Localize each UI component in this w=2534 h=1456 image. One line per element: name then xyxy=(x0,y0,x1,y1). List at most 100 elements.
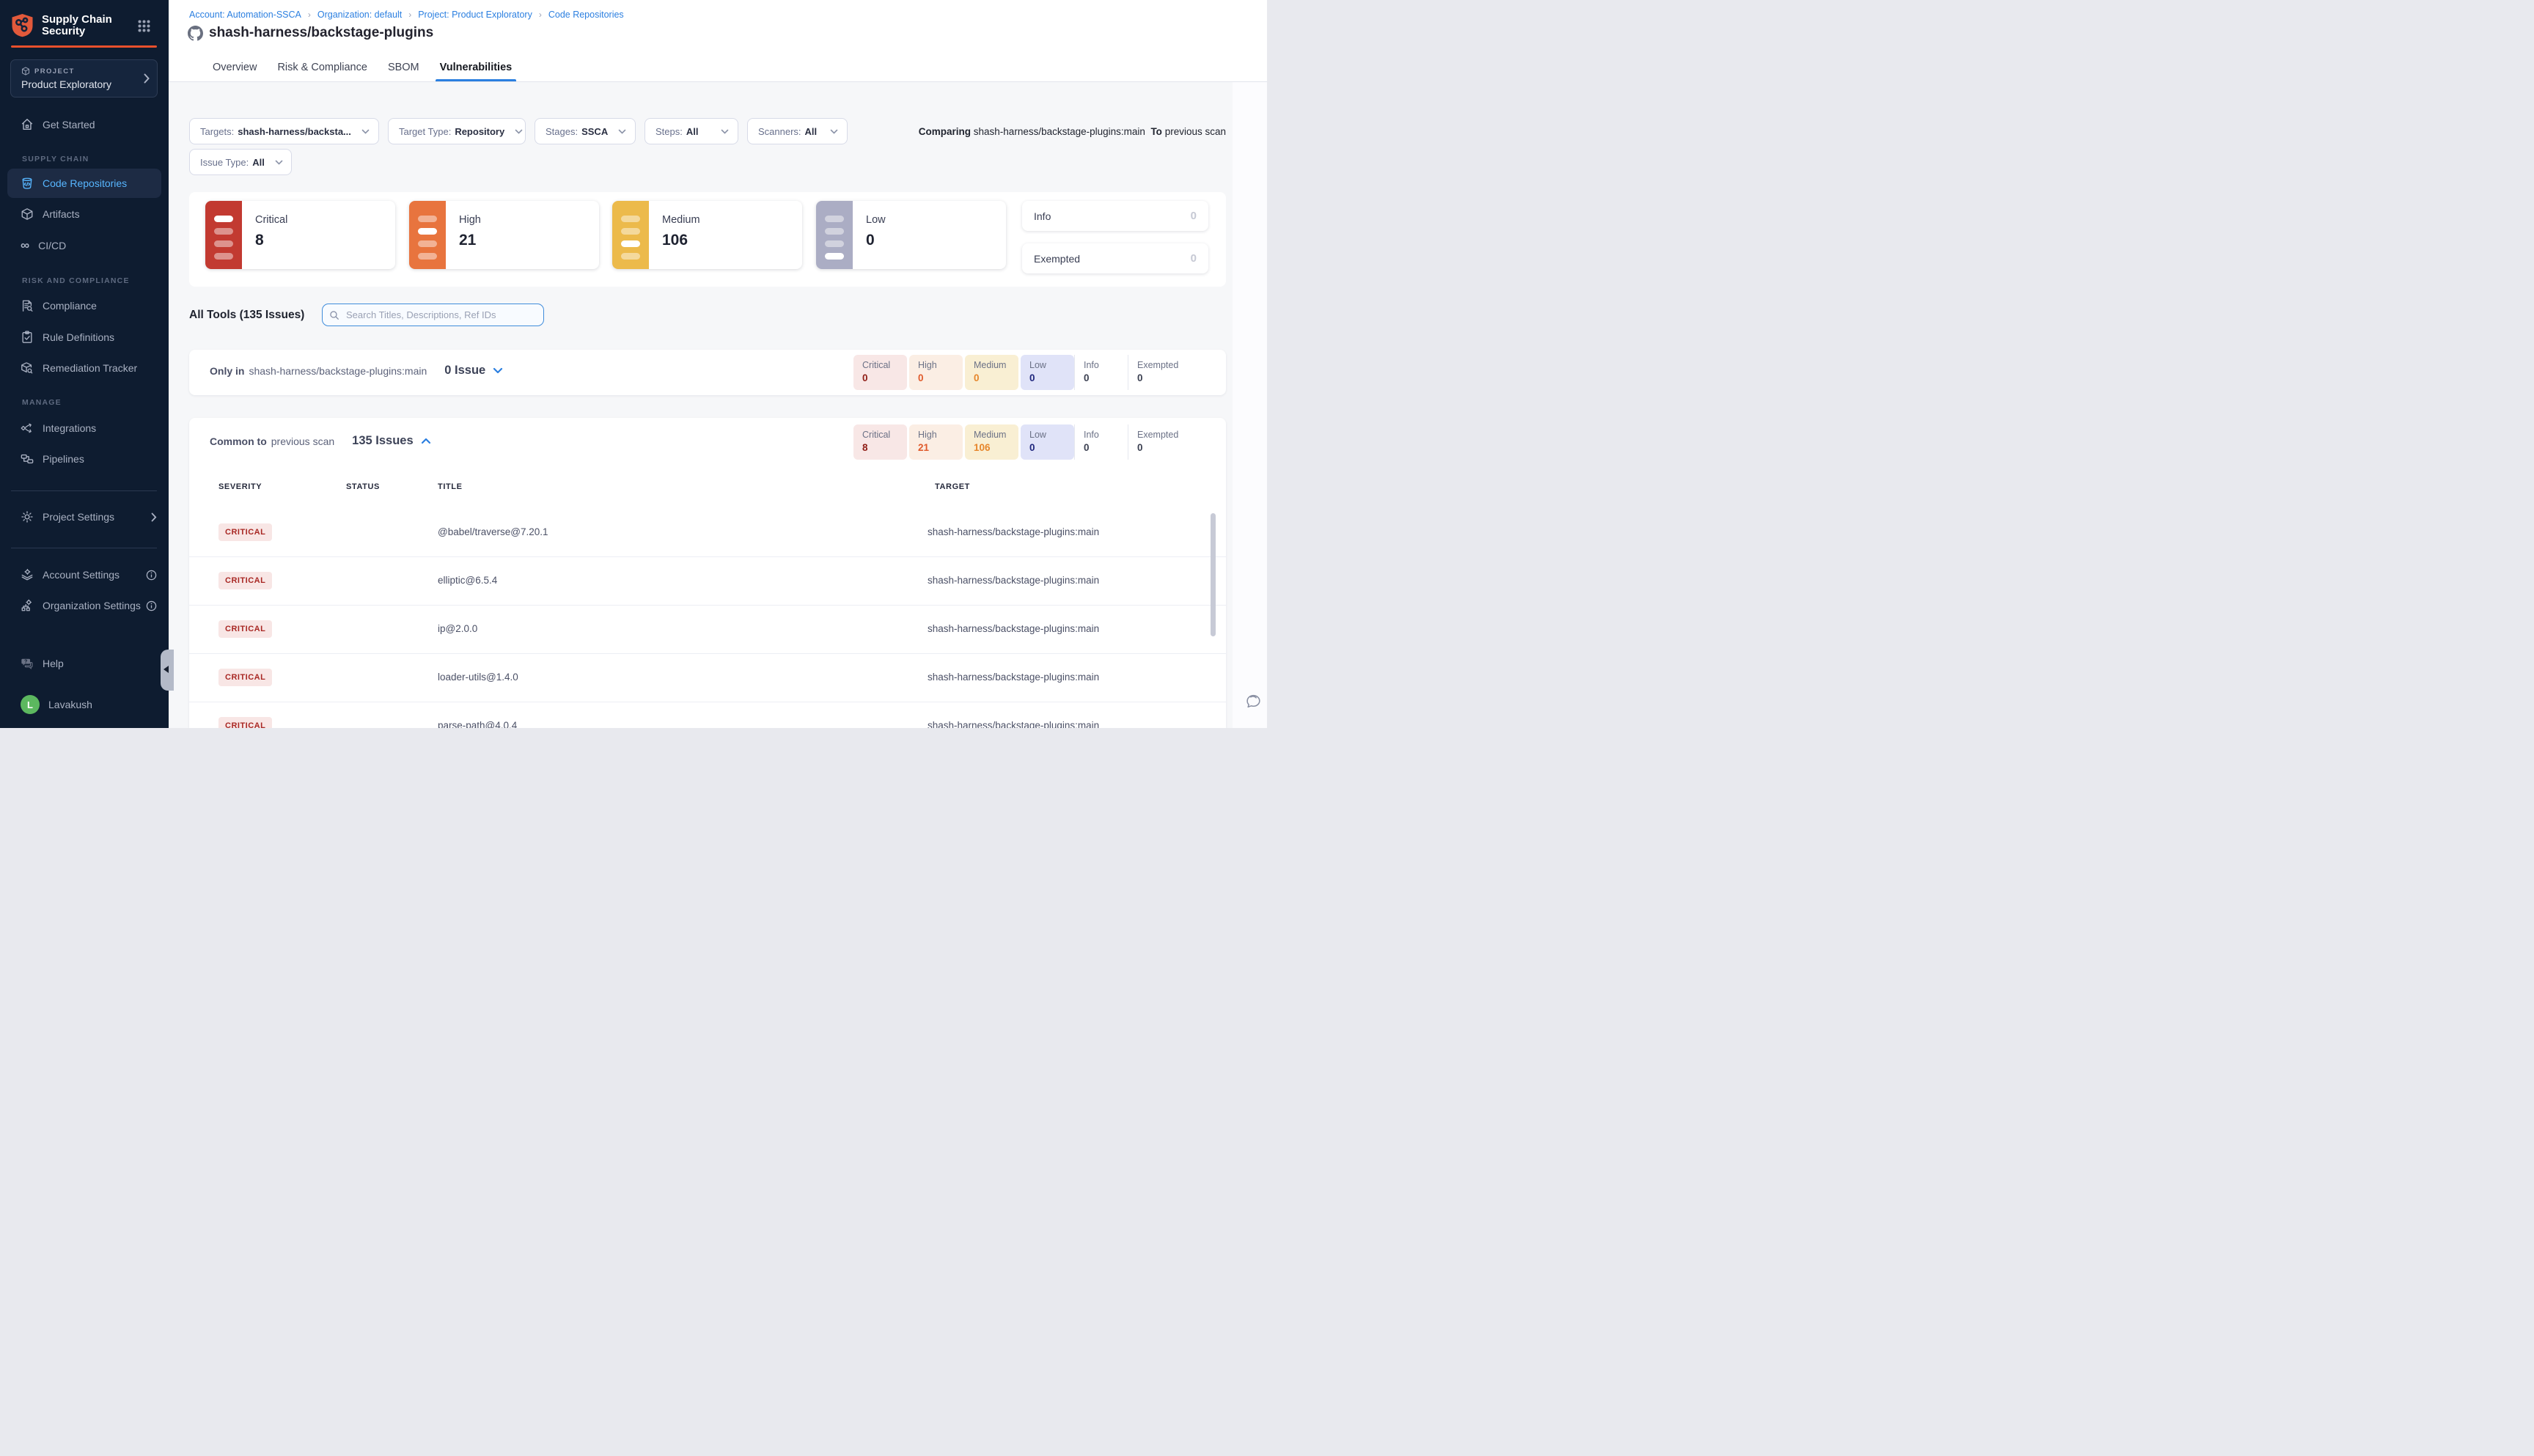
sidebar-item-compliance[interactable]: Compliance xyxy=(0,291,169,320)
project-selector[interactable]: PROJECT Product Exploratory xyxy=(10,59,158,98)
column-severity: SEVERITY xyxy=(218,482,262,491)
search-box xyxy=(322,304,544,326)
supply-chain-security-logo-icon xyxy=(11,13,34,37)
page-header: Account: Automation-SSCA › Organization:… xyxy=(169,0,1267,82)
table-scrollbar[interactable] xyxy=(1211,513,1216,636)
chevron-down-icon xyxy=(618,129,626,134)
high-summary-card[interactable]: High 21 xyxy=(409,201,599,269)
table-row[interactable]: CRITICAL loader-utils@1.4.0 shash-harnes… xyxy=(189,654,1226,702)
sidebar-item-project-settings[interactable]: Project Settings xyxy=(0,502,169,532)
tab-vulnerabilities[interactable]: Vulnerabilities xyxy=(438,54,514,81)
issue-title: parse-path@4.0.4 xyxy=(438,720,517,728)
clipboard-check-icon xyxy=(21,331,34,344)
info-summary-card[interactable]: Info 0 xyxy=(1022,201,1208,231)
chat-help-icon[interactable] xyxy=(1244,692,1263,710)
steps-filter[interactable]: Steps:All xyxy=(644,118,738,144)
cube-icon xyxy=(21,67,30,76)
user-menu[interactable]: L Lavakush xyxy=(0,690,169,719)
issue-target: shash-harness/backstage-plugins:main xyxy=(928,526,1099,537)
title-row: shash-harness/backstage-plugins xyxy=(188,25,433,41)
section-manage: MANAGE xyxy=(22,398,62,407)
document-search-icon xyxy=(21,299,34,312)
sidebar-collapse-handle[interactable] xyxy=(161,650,174,691)
tab-sbom[interactable]: SBOM xyxy=(386,54,421,81)
low-severity-strip-icon xyxy=(816,201,853,269)
chevron-down-icon xyxy=(721,129,729,134)
app-window: Supply Chain Security PROJECT Pro xyxy=(0,0,1267,728)
main-content: Account: Automation-SSCA › Organization:… xyxy=(169,0,1267,728)
home-icon xyxy=(21,118,34,131)
column-target: TARGET xyxy=(935,482,970,491)
chevron-down-icon xyxy=(275,160,283,165)
sidebar-item-artifacts[interactable]: Artifacts xyxy=(0,199,169,229)
chevron-up-icon xyxy=(421,438,431,444)
targets-filter[interactable]: Targets:shash-harness/backsta... xyxy=(189,118,379,144)
pipelines-icon xyxy=(21,452,34,466)
breadcrumb-separator: › xyxy=(539,10,542,20)
svg-text:?: ? xyxy=(24,658,27,664)
badge-low: Low0 xyxy=(1021,424,1074,460)
badge-info: Info0 xyxy=(1074,355,1128,390)
sidebar-item-organization-settings[interactable]: Organization Settings xyxy=(0,591,169,620)
breadcrumb-organization[interactable]: Organization: default xyxy=(317,10,402,20)
chevron-down-icon xyxy=(515,129,523,134)
issues-table-header: SEVERITY STATUS TITLE TARGET xyxy=(189,482,1226,499)
table-row[interactable]: CRITICAL @babel/traverse@7.20.1 shash-ha… xyxy=(189,509,1226,557)
sidebar-item-cicd[interactable]: ∞ CI/CD xyxy=(0,231,169,260)
severity-badge: CRITICAL xyxy=(218,572,272,589)
sidebar-item-help[interactable]: ? Help xyxy=(0,649,169,678)
org-gear-icon xyxy=(21,599,34,612)
severity-badge: CRITICAL xyxy=(218,620,272,638)
filter-bar: Targets:shash-harness/backsta... Target … xyxy=(189,118,848,144)
sidebar-item-account-settings[interactable]: Account Settings xyxy=(0,560,169,589)
breadcrumb-project[interactable]: Project: Product Exploratory xyxy=(418,10,532,20)
severity-badge: CRITICAL xyxy=(218,669,272,686)
issue-target: shash-harness/backstage-plugins:main xyxy=(928,672,1099,683)
sidebar-item-rule-definitions[interactable]: Rule Definitions xyxy=(0,323,169,352)
issue-target: shash-harness/backstage-plugins:main xyxy=(928,623,1099,634)
scanners-filter[interactable]: Scanners:All xyxy=(747,118,848,144)
breadcrumb-account[interactable]: Account: Automation-SSCA xyxy=(189,10,301,20)
common-toggle[interactable]: Common to previous scan 135 Issues xyxy=(210,434,431,448)
search-icon xyxy=(329,310,339,320)
tab-risk-compliance[interactable]: Risk & Compliance xyxy=(276,54,369,81)
common-section: Common to previous scan 135 Issues Criti… xyxy=(189,418,1226,728)
issue-title: elliptic@6.5.4 xyxy=(438,575,497,586)
sidebar-divider xyxy=(11,490,157,491)
low-summary-card[interactable]: Low 0 xyxy=(816,201,1006,269)
sidebar-item-code-repositories[interactable]: Code Repositories xyxy=(7,169,161,198)
badge-critical: Critical0 xyxy=(853,355,907,390)
stages-filter[interactable]: Stages:SSCA xyxy=(535,118,636,144)
badge-exempted: Exempted0 xyxy=(1128,355,1215,390)
chevron-down-icon xyxy=(830,129,838,134)
sidebar-item-get-started[interactable]: Get Started xyxy=(0,110,169,139)
breadcrumb-code-repositories[interactable]: Code Repositories xyxy=(548,10,624,20)
info-icon xyxy=(146,570,157,581)
search-input[interactable] xyxy=(345,309,537,321)
table-row[interactable]: CRITICAL parse-path@4.0.4 shash-harness/… xyxy=(189,702,1226,728)
target-type-filter[interactable]: Target Type:Repository xyxy=(388,118,526,144)
issue-type-filter[interactable]: Issue Type:All xyxy=(189,149,292,175)
critical-summary-card[interactable]: Critical 8 xyxy=(205,201,395,269)
only-in-severity-badges: Critical0 High0 Medium0 Low0 Info0 Exemp… xyxy=(853,355,1215,390)
layers-gear-icon xyxy=(21,568,34,581)
exempted-summary-card[interactable]: Exempted 0 xyxy=(1022,243,1208,273)
severity-badge: CRITICAL xyxy=(218,523,272,541)
table-row[interactable]: CRITICAL ip@2.0.0 shash-harness/backstag… xyxy=(189,606,1226,654)
badge-exempted: Exempted0 xyxy=(1128,424,1215,460)
sidebar-item-pipelines[interactable]: Pipelines xyxy=(0,444,169,474)
high-severity-strip-icon xyxy=(409,201,446,269)
issues-table-body: CRITICAL @babel/traverse@7.20.1 shash-ha… xyxy=(189,509,1226,728)
app-grid-icon[interactable] xyxy=(138,20,150,32)
sidebar-item-remediation-tracker[interactable]: Remediation Tracker xyxy=(0,353,169,383)
sidebar-item-integrations[interactable]: Integrations xyxy=(0,413,169,443)
table-row[interactable]: CRITICAL elliptic@6.5.4 shash-harness/ba… xyxy=(189,557,1226,606)
medium-summary-card[interactable]: Medium 106 xyxy=(612,201,802,269)
info-icon xyxy=(146,600,157,611)
tab-overview[interactable]: Overview xyxy=(211,54,258,81)
only-in-toggle[interactable]: Only in shash-harness/backstage-plugins:… xyxy=(210,364,503,378)
sidebar: Supply Chain Security PROJECT Pro xyxy=(0,0,169,728)
project-name: Product Exploratory xyxy=(21,78,111,90)
all-tools-heading: All Tools (135 Issues) xyxy=(189,309,304,322)
badge-critical: Critical8 xyxy=(853,424,907,460)
